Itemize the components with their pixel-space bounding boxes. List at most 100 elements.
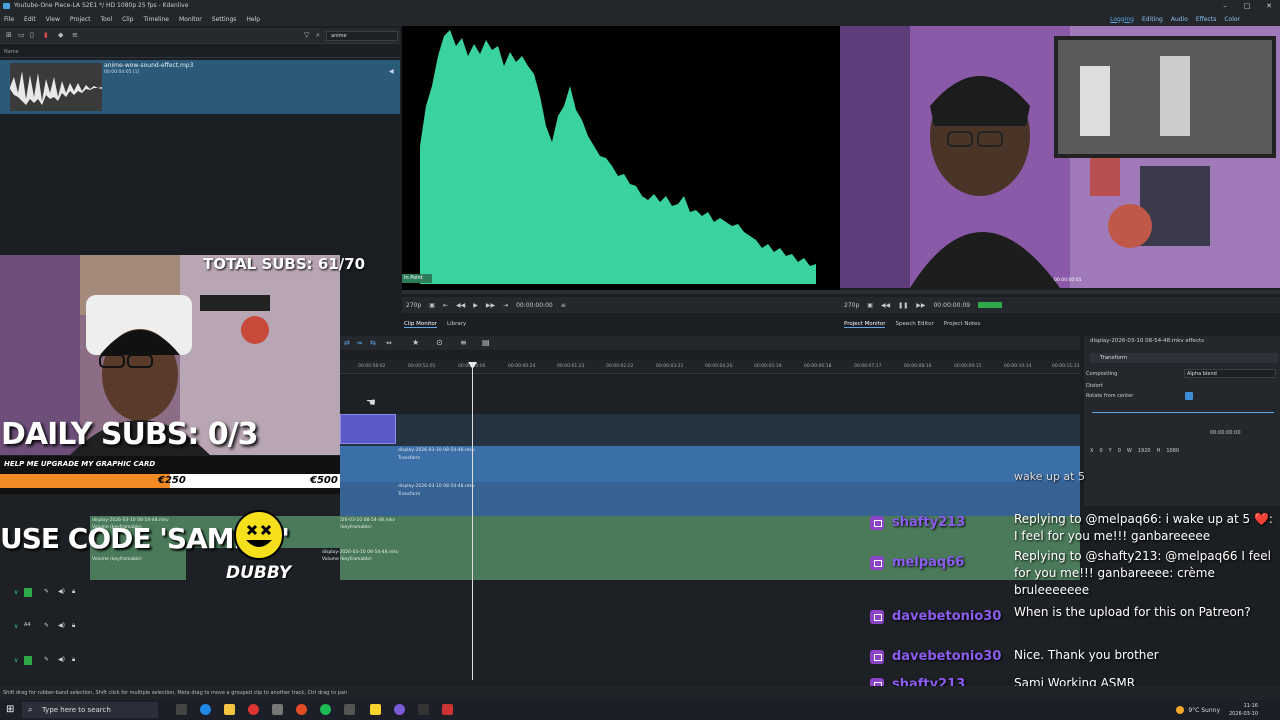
file-explorer-icon[interactable] [224, 704, 235, 715]
timeline-ruler[interactable]: 00:00:58:02 00:00:52:01 00:00:00:00 00:0… [340, 360, 1080, 374]
keyframe-track[interactable] [1092, 412, 1274, 413]
track-target-icon[interactable] [24, 588, 32, 597]
project-fullscreen-icon[interactable]: ▣ [867, 302, 873, 309]
h-value[interactable]: 1080 [1166, 448, 1179, 454]
forward-icon[interactable]: ▶▶ [486, 302, 495, 309]
mute-icon[interactable]: ◀) [58, 588, 65, 595]
edit-icon[interactable]: ✎ [44, 622, 49, 629]
project-timecode[interactable]: 00:00:00:09 [933, 302, 970, 309]
step-back-icon[interactable]: ⇤ [443, 302, 448, 309]
tab-clip-monitor[interactable]: Clip Monitor [404, 321, 438, 328]
mute-icon[interactable]: ◀) [58, 622, 65, 629]
audio-track-a1[interactable] [340, 516, 1080, 548]
clip-timecode[interactable]: 00:00:00:00 [516, 302, 553, 309]
record-icon[interactable]: ▮ [44, 32, 51, 39]
add-clip-icon[interactable]: ⊞ [6, 32, 13, 39]
overwrite-icon[interactable]: ⇆ [370, 339, 376, 347]
terminal-icon[interactable] [418, 704, 429, 715]
app-icon[interactable] [272, 704, 283, 715]
menu-icon[interactable]: ≡ [72, 32, 79, 39]
task-view-icon[interactable] [176, 704, 187, 715]
weather-text[interactable]: 9°C Sunny [1188, 707, 1220, 714]
loop-icon[interactable]: ⇥ [503, 302, 508, 309]
edge-icon[interactable] [200, 704, 211, 715]
delete-icon[interactable]: ▯ [30, 32, 37, 39]
insert-icon[interactable]: ⇥ [356, 339, 362, 347]
rotate-checkbox[interactable] [1185, 392, 1193, 400]
menu-file[interactable]: File [4, 16, 14, 23]
project-monitor[interactable] [840, 26, 1280, 288]
snap-icon[interactable]: ⇔ [386, 339, 392, 347]
project-forward-icon[interactable]: ▶▶ [916, 302, 925, 309]
compositing-select[interactable]: Alpha blend [1184, 369, 1276, 378]
project-pause-icon[interactable]: ❚❚ [898, 302, 908, 309]
search-icon[interactable]: ⌕ [316, 32, 323, 39]
app-icon-2[interactable] [442, 704, 453, 715]
menu-lines-icon[interactable]: ≡ [460, 338, 467, 347]
folder-icon[interactable]: ▭ [18, 32, 25, 39]
chrome-icon[interactable] [248, 704, 259, 715]
menu-settings[interactable]: Settings [212, 16, 237, 23]
properties-timecode[interactable]: 00:00:00:00 [1210, 430, 1241, 436]
edit-mode-icon[interactable]: ⇄ [344, 339, 350, 347]
menu-monitor[interactable]: Monitor [179, 16, 202, 23]
windows-start-icon[interactable]: ⊞ [6, 704, 14, 716]
video-track-v3[interactable] [340, 414, 1080, 446]
fullscreen-icon[interactable]: ▣ [429, 302, 435, 309]
layout-color[interactable]: Color [1224, 16, 1240, 23]
audio-track-a2[interactable] [340, 548, 1080, 580]
menu-tool[interactable]: Tool [100, 16, 112, 23]
playhead[interactable] [472, 362, 473, 680]
minimize-button[interactable]: – [1214, 0, 1236, 12]
mute-icon[interactable]: ◀) [58, 656, 65, 663]
collapse-icon[interactable]: ∨ [14, 623, 18, 630]
taskbar-search-input[interactable]: ⌕ Type here to search [22, 702, 158, 718]
edit-icon[interactable]: ✎ [44, 656, 49, 663]
track-target-icon[interactable] [24, 656, 32, 665]
browser-icon[interactable] [296, 704, 307, 715]
notes-icon[interactable] [370, 704, 381, 715]
clip-monitor[interactable] [402, 26, 840, 290]
tab-library[interactable]: Library [447, 321, 466, 327]
bin-search-input[interactable]: anime [326, 31, 398, 41]
taskbar-clock[interactable]: 11:16 2026-03-10 [1229, 702, 1258, 718]
tab-project-notes[interactable]: Project Notes [944, 321, 980, 327]
play-icon[interactable]: ▶ [473, 302, 478, 309]
menu-help[interactable]: Help [246, 16, 260, 23]
layout-audio[interactable]: Audio [1171, 16, 1188, 23]
tag-icon[interactable]: ◆ [58, 32, 65, 39]
target-icon[interactable]: ⊙ [436, 338, 443, 347]
menu-timeline[interactable]: Timeline [143, 16, 169, 23]
maximize-button[interactable]: □ [1236, 0, 1258, 12]
menu-clip[interactable]: Clip [122, 16, 133, 23]
lock-icon[interactable]: 🔒︎ [72, 656, 75, 664]
favorite-icon[interactable]: ★ [412, 338, 419, 347]
clip-zoom[interactable]: 270p [406, 302, 421, 309]
w-value[interactable]: 1920 [1138, 448, 1151, 454]
bin-column-name[interactable]: Name [0, 49, 400, 58]
collapse-icon[interactable]: ∨ [14, 657, 18, 664]
collapse-icon[interactable]: ∨ [14, 589, 18, 596]
lock-icon[interactable]: 🔒︎ [72, 622, 75, 630]
kdenlive-taskbar-icon[interactable] [344, 704, 355, 715]
tab-project-monitor[interactable]: Project Monitor [844, 321, 886, 328]
edit-icon[interactable]: ✎ [44, 588, 49, 595]
monitor-menu-icon[interactable]: ≡ [561, 302, 566, 309]
obs-icon[interactable] [394, 704, 405, 715]
layout-effects[interactable]: Effects [1196, 16, 1216, 23]
spotify-icon[interactable] [320, 704, 331, 715]
project-rewind-icon[interactable]: ◀◀ [881, 302, 890, 309]
timeline-menu-icon[interactable]: ▤ [482, 338, 490, 347]
x-value[interactable]: 0 [1099, 448, 1102, 454]
close-button[interactable]: ✕ [1258, 0, 1280, 12]
lock-icon[interactable]: 🔒︎ [72, 588, 75, 596]
menu-edit[interactable]: Edit [24, 16, 36, 23]
timeline-clip-small[interactable] [340, 414, 396, 444]
tab-speech-editor[interactable]: Speech Editor [895, 321, 933, 327]
layout-editing[interactable]: Editing [1142, 16, 1163, 23]
y-value[interactable]: 0 [1118, 448, 1121, 454]
clip-monitor-ruler[interactable] [402, 290, 840, 294]
project-monitor-ruler[interactable] [840, 290, 1280, 294]
menu-view[interactable]: View [46, 16, 60, 23]
project-zoom[interactable]: 270p [844, 302, 859, 309]
